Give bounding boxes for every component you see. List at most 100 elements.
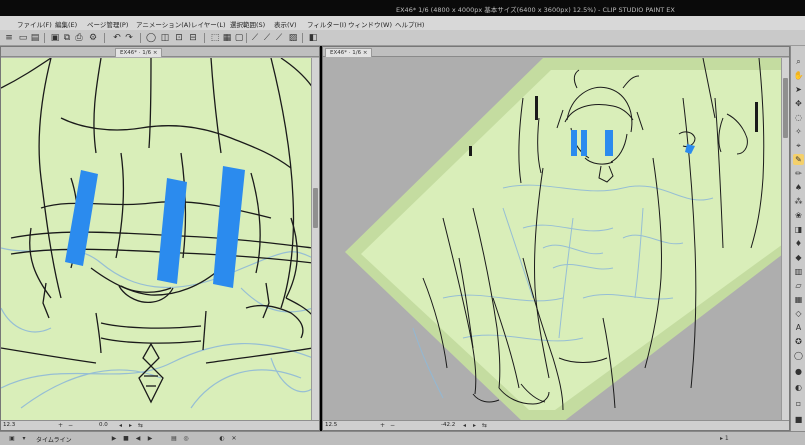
deselect-icon[interactable]: ⬚ [210,33,220,43]
lasso-tool-icon[interactable]: ◌ [793,112,804,123]
main-color-icon[interactable]: ● [793,366,804,377]
layer-icon[interactable]: ▤ [170,435,178,443]
right-rotate-right-icon[interactable]: ▸ [471,422,478,429]
operation-tool-icon[interactable]: ➤ [793,84,804,95]
delete-icon[interactable]: ✕ [230,435,238,443]
left-zoom-out-icon[interactable]: − [67,422,74,429]
color-swap-icon[interactable]: ■ [793,414,804,425]
undo-icon[interactable]: ↶ [112,33,122,43]
left-rotate-left-icon[interactable]: ◂ [117,422,124,429]
auto-select-tool-icon[interactable]: ✧ [793,126,804,137]
new-file-icon[interactable]: ▭ [18,33,28,43]
menu-help[interactable]: ヘルプ(H) [395,19,424,29]
right-zoom-value: 12.5 [325,422,338,428]
left-zoom-in-icon[interactable]: + [57,422,64,429]
timeline-icon[interactable]: ▣ [8,435,16,443]
ruler-snap-icon[interactable]: ⟋ [250,33,260,43]
onion-skin-icon[interactable]: ◎ [182,435,190,443]
frame-indicator: ▸ 1 [720,435,729,442]
menu-filter[interactable]: フィルター(I) [307,19,346,29]
left-flip-icon[interactable]: ⇆ [137,422,144,429]
menu-window[interactable]: ウィンドウ(W) [348,19,392,29]
save-icon[interactable]: ▣ [50,33,60,43]
right-canvas-tab[interactable]: EX46* · 1/6 × [325,48,373,57]
balloon-tool-icon[interactable]: ✪ [793,336,804,347]
decoration-tool-icon[interactable]: ❀ [793,210,804,221]
ruler-tool-icon[interactable]: ◇ [793,308,804,319]
move-layer-tool-icon[interactable]: ✥ [793,98,804,109]
timeline-toggle-icon[interactable]: ▾ [20,435,28,443]
left-vertical-scrollbar[interactable] [311,58,319,420]
play-icon[interactable]: ▶ [110,435,118,443]
menu-view[interactable]: 表示(V) [274,19,297,29]
line-correction-tool-icon[interactable]: ◯ [793,350,804,361]
menu-file[interactable]: ファイル(F) [17,19,52,29]
text-tool-icon[interactable]: A [793,322,804,333]
open-folder-icon[interactable]: ▤ [30,33,40,43]
left-status-bar: 12.3 + − 0.0 ◂ ▸ ⇆ [1,420,319,430]
fill-icon[interactable]: ◫ [160,33,170,43]
right-zoom-out-icon[interactable]: − [389,422,396,429]
right-flip-icon[interactable]: ⇆ [481,422,488,429]
right-zoom-in-icon[interactable]: + [379,422,386,429]
clear-icon[interactable]: ◯ [146,33,156,43]
marker-icon[interactable]: ◐ [218,435,226,443]
selection-border-icon[interactable]: ▢ [234,33,244,43]
fill-tool-icon[interactable]: ◆ [793,252,804,263]
frame-tool-icon[interactable]: ▦ [793,294,804,305]
transparent-color-icon[interactable]: ▫ [793,398,804,409]
right-rotate-left-icon[interactable]: ◂ [461,422,468,429]
left-rotate-right-icon[interactable]: ▸ [127,422,134,429]
hand-tool-icon[interactable]: ✋ [793,70,804,81]
grid-snap-icon[interactable]: ⟋ [274,33,284,43]
crop-icon[interactable]: ⊟ [188,33,198,43]
airbrush-tool-icon[interactable]: ⁂ [793,196,804,207]
blend-tool-icon[interactable]: ♦ [793,238,804,249]
next-frame-icon[interactable]: ▶ [146,435,154,443]
pencil-tool-icon[interactable]: ✏ [793,168,804,179]
redo-icon[interactable]: ↷ [124,33,134,43]
left-canvas-viewport[interactable] [1,58,311,420]
print-icon[interactable]: ⎙ [74,33,84,43]
title-bar: EX46* 1/6 (4800 x 4000px 基本サイズ(6400 x 36… [0,0,805,16]
right-canvas-window: EX46* · 1/6 × 12.5 + − -42.2 ◂ ▸ ⇆ [322,46,790,431]
left-canvas-artwork[interactable] [1,58,311,420]
reference-icon[interactable]: ◧ [308,33,318,43]
stop-icon[interactable]: ■ [122,435,130,443]
settings-icon[interactable]: ⚙ [88,33,98,43]
menu-page[interactable]: ページ管理(P) [87,19,128,29]
zoom-tool-icon[interactable]: ⌕ [793,56,804,67]
pen-tool-icon[interactable]: ✎ [793,154,804,165]
special-ruler-snap-icon[interactable]: ⟋ [262,33,272,43]
figure-tool-icon[interactable]: ▱ [793,280,804,291]
tool-palette: ⌕ ✋ ➤ ✥ ◌ ✧ ⌖ ✎ ✏ ♠ ⁂ ❀ ◨ ♦ ◆ ▥ ▱ ▦ ◇ A … [790,46,805,431]
export-icon[interactable]: ⧉ [62,33,72,43]
left-scroll-thumb[interactable] [313,188,318,228]
left-tab-strip: EX46* · 1/6 × [1,47,319,57]
eraser-tool-icon[interactable]: ◨ [793,224,804,235]
right-tab-strip: EX46* · 1/6 × [323,47,789,57]
right-canvas-artwork[interactable] [323,58,781,420]
right-vertical-scrollbar[interactable] [781,58,789,420]
right-scroll-thumb[interactable] [783,78,788,138]
menu-bar: ファイル(F) 編集(E) ページ管理(P) アニメーション(A) レイヤー(L… [0,16,805,30]
timeline-label[interactable]: タイムライン [36,435,72,444]
sub-color-icon[interactable]: ◐ [793,382,804,393]
invert-selection-icon[interactable]: ▦ [222,33,232,43]
menu-animation[interactable]: アニメーション(A) [136,19,191,29]
perspective-icon[interactable]: ▨ [288,33,298,43]
bottom-bar: ▣ ▾ タイムライン ▶ ■ ◀ ▶ ▤ ◎ ◐ ✕ ▸ 1 [0,431,805,445]
menu-edit[interactable]: 編集(E) [55,19,77,29]
command-bar: ≡ ▭ ▤ ▣ ⧉ ⎙ ⚙ ↶ ↷ ◯ ◫ ⊡ ⊟ ⬚ ▦ ▢ ⟋ ⟋ ⟋ ▨ … [0,30,805,46]
transform-icon[interactable]: ⊡ [174,33,184,43]
menu-icon[interactable]: ≡ [4,33,14,43]
brush-tool-icon[interactable]: ♠ [793,182,804,193]
eyedropper-tool-icon[interactable]: ⌖ [793,140,804,151]
right-status-bar: 12.5 + − -42.2 ◂ ▸ ⇆ [323,420,789,430]
menu-selection[interactable]: 選択範囲(S) [230,19,265,29]
gradient-tool-icon[interactable]: ▥ [793,266,804,277]
right-canvas-viewport[interactable] [323,58,781,420]
menu-layer[interactable]: レイヤー(L) [191,19,226,29]
prev-frame-icon[interactable]: ◀ [134,435,142,443]
left-canvas-tab[interactable]: EX46* · 1/6 × [115,48,163,57]
